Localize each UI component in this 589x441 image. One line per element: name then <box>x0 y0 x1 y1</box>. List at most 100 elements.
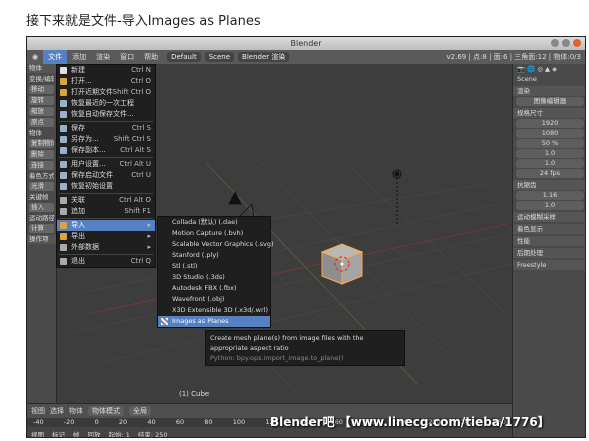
timeline-menu-frame[interactable]: 帧 <box>73 429 80 437</box>
tool-label-motion-path: 运动路径 <box>29 214 54 222</box>
viewport-menu-object[interactable]: 物体 <box>69 406 83 416</box>
file-menu-append[interactable]: 追加 Shift F1 <box>57 206 155 217</box>
tool-label: 变换/编辑 <box>29 75 54 83</box>
ruler-tick: 0 <box>94 418 99 426</box>
import-svg[interactable]: Scalable Vector Graphics (.svg) <box>158 239 274 250</box>
file-menu-recover-auto[interactable]: 恢复自动保存文件... <box>57 109 155 120</box>
aa-filter-field[interactable]: 1.0 <box>516 201 584 210</box>
import-collada[interactable]: Collada (默认) (.dae) <box>158 217 270 228</box>
new-file-icon <box>60 67 67 74</box>
tool-button-move[interactable]: 移动 <box>29 85 54 94</box>
tool-label-object: 物体 <box>29 129 42 137</box>
aspect-y-field[interactable]: 1.0 <box>516 159 584 168</box>
file-menu-factory-settings[interactable]: 恢复初始设置 <box>57 181 155 192</box>
file-menu-open[interactable]: 打开... Ctrl O <box>57 76 155 87</box>
file-menu-save[interactable]: 保存 Ctrl S <box>57 123 155 134</box>
window-titlebar: Blender <box>27 37 585 50</box>
tool-label-keyframes: 关键帧 <box>29 193 49 201</box>
mode-select[interactable]: 物体模式 <box>88 406 124 416</box>
frame-rate-select[interactable]: 24 fps <box>516 169 584 178</box>
engine-select[interactable]: Blender 渲染 <box>238 52 290 62</box>
panel-performance[interactable]: 性能 <box>513 236 585 246</box>
close-icon[interactable] <box>573 39 581 47</box>
operator-panel-header[interactable]: 操作项 <box>27 235 56 244</box>
resolution-percent-field[interactable]: 50 % <box>516 139 584 148</box>
import-obj[interactable]: Wavefront (.obj) <box>158 294 270 305</box>
file-menu-open-recent[interactable]: 打开近期文件 Shift Ctrl O <box>57 87 155 98</box>
file-menu-save-as[interactable]: 另存为... Shift Ctrl S <box>57 134 155 145</box>
display-select[interactable]: 图像编辑器 <box>516 97 584 106</box>
import-bvh[interactable]: Motion Capture (.bvh) <box>158 228 270 239</box>
import-icon <box>60 222 67 229</box>
file-menu-recover-last[interactable]: 恢复最近的一次工程 <box>57 98 155 109</box>
panel-antialiasing[interactable]: 抗锯齿 <box>513 180 585 190</box>
file-menu-save-copy[interactable]: 保存副本... Ctrl Alt S <box>57 145 155 156</box>
menu-window[interactable]: 窗口 <box>115 50 139 64</box>
import-images-as-planes-label: Images as Planes <box>172 317 229 325</box>
timeline-menu-playback[interactable]: 回放 <box>88 429 101 437</box>
panel-freestyle[interactable]: Freestyle <box>513 260 585 270</box>
import-3ds[interactable]: 3D Studio (.3ds) <box>158 272 270 283</box>
import-stl[interactable]: Stl (.stl) <box>158 261 270 272</box>
layout-select[interactable]: Default <box>167 52 201 62</box>
resolution-x-field[interactable]: 1920 <box>516 119 584 128</box>
ruler-tick: -40 <box>33 418 44 426</box>
recover-icon <box>60 100 67 107</box>
blender-logo-icon[interactable]: ◉ <box>27 50 43 64</box>
scene-name: Scene <box>517 75 537 83</box>
import-x3d[interactable]: X3D Extensible 3D (.x3d/.wrl) <box>158 305 270 316</box>
tool-button-origin[interactable]: 原点 <box>29 118 54 127</box>
tool-shelf: 物体 变换/编辑 移动 旋转 缩放 原点 物体 复制物体 删除 连接 着色方式 … <box>27 64 57 403</box>
append-icon <box>60 208 67 215</box>
scene-select[interactable]: Scene <box>204 52 235 62</box>
tool-button-delete[interactable]: 删除 <box>29 150 54 159</box>
tool-button-calculate[interactable]: 计算 <box>29 224 54 233</box>
frame-end-field[interactable]: 结束: 250 <box>138 429 168 437</box>
minimize-icon[interactable] <box>551 39 559 47</box>
aspect-x-field[interactable]: 1.0 <box>516 149 584 158</box>
file-menu-link[interactable]: 关联 Ctrl Alt O <box>57 195 155 206</box>
save-icon <box>60 147 67 154</box>
maximize-icon[interactable] <box>562 39 570 47</box>
viewport-menu-select[interactable]: 选择 <box>50 406 64 416</box>
file-menu-new[interactable]: 新建 Ctrl N <box>57 65 155 76</box>
panel-motion-blur[interactable]: 运动模糊采样 <box>513 212 585 222</box>
operator-tooltip: Create mesh plane(s) from image files wi… <box>205 330 405 366</box>
panel-post-processing[interactable]: 后期处理 <box>513 248 585 258</box>
ruler-tick: 100 <box>232 418 246 426</box>
import-fbx[interactable]: Autodesk FBX (.fbx) <box>158 283 270 294</box>
frame-start-field[interactable]: 起始: 1 <box>109 429 130 437</box>
tool-button-smooth[interactable]: 光滑 <box>29 182 54 191</box>
file-menu-save-startup[interactable]: 保存启动文件 Ctrl U <box>57 170 155 181</box>
properties-tabs[interactable]: 📷 🌐 ◎ ▲ ◈ <box>513 64 585 74</box>
file-menu-import[interactable]: 导入 ▸ <box>57 220 155 231</box>
tutorial-caption: 接下来就是文件-导入Images as Planes <box>26 14 261 29</box>
menu-file[interactable]: 文件 <box>43 50 68 64</box>
recover-icon <box>60 111 67 118</box>
import-ply[interactable]: Stanford (.ply) <box>158 250 270 261</box>
panel-render[interactable]: 渲染 <box>513 86 585 96</box>
menu-render[interactable]: 渲染 <box>91 50 115 64</box>
file-menu-user-prefs[interactable]: 用户设置... Ctrl Alt U <box>57 159 155 170</box>
panel-shading[interactable]: 着色显示 <box>513 224 585 234</box>
menu-add[interactable]: 添加 <box>67 50 91 64</box>
viewport-menu-view[interactable]: 视图 <box>31 406 45 416</box>
aa-samples-field[interactable]: 1.16 <box>516 191 584 200</box>
file-menu-export[interactable]: 导出 ▸ <box>57 231 155 242</box>
resolution-y-field[interactable]: 1080 <box>516 129 584 138</box>
watermark: Blender吧 【www.linecg.com/tieba/1776】 <box>270 415 550 429</box>
file-menu-quit[interactable]: 退出 Ctrl Q <box>57 256 155 267</box>
orientation-select[interactable]: 全局 <box>129 406 151 416</box>
timeline-menu-marker[interactable]: 标记 <box>52 429 65 437</box>
import-images-as-planes[interactable]: Images as Planes <box>158 316 270 327</box>
timeline-menu-view[interactable]: 视图 <box>31 429 44 437</box>
menu-help[interactable]: 帮助 <box>139 50 163 64</box>
tool-button-rotate[interactable]: 旋转 <box>29 96 54 105</box>
file-menu-external-data[interactable]: 外部数据 ▸ <box>57 242 155 253</box>
tool-button-join[interactable]: 连接 <box>29 161 54 170</box>
tool-button-scale[interactable]: 缩放 <box>29 107 54 116</box>
tool-button-duplicate[interactable]: 复制物体 <box>29 139 54 148</box>
tool-button-insert[interactable]: 插入 <box>29 203 54 212</box>
panel-dimensions[interactable]: 规格尺寸 <box>513 108 585 118</box>
window-title: Blender <box>290 39 322 48</box>
